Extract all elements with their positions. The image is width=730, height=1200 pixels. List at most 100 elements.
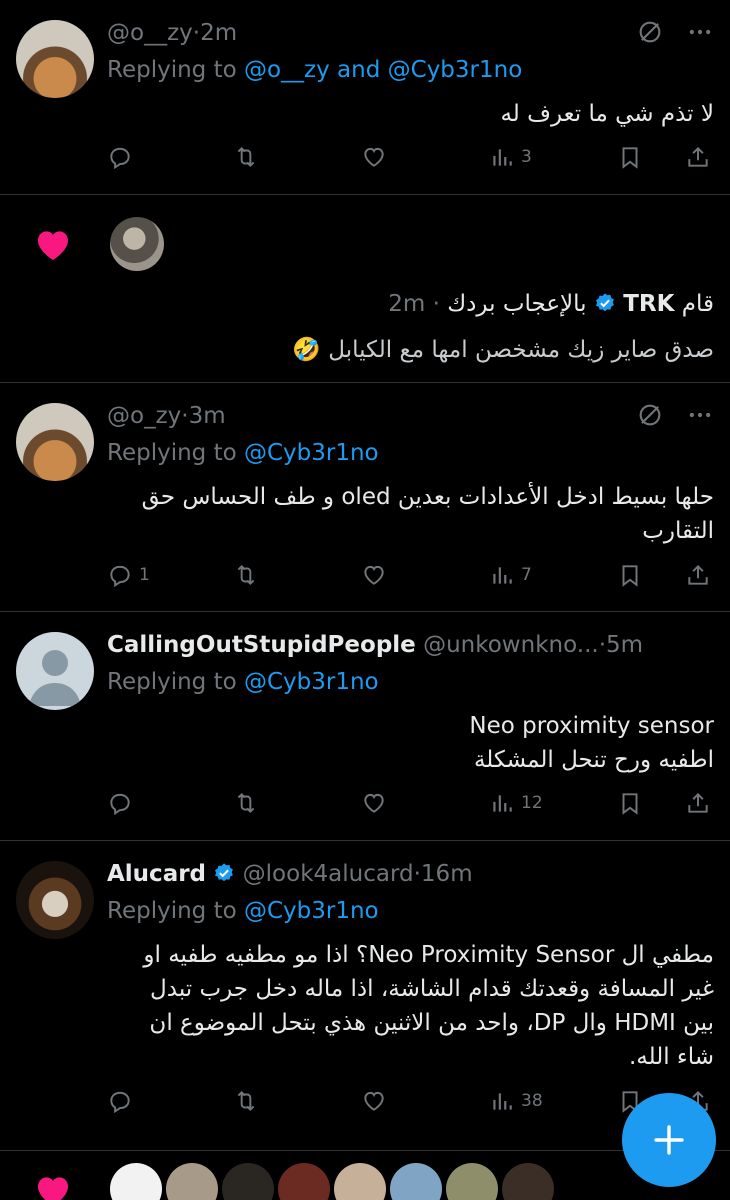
views-count: 7	[521, 565, 532, 585]
reply-icon	[107, 1088, 133, 1114]
reply-tweet[interactable]: Alucard @look4alucard·16m Replying to @C…	[0, 841, 730, 1151]
views-button[interactable]: 12	[489, 790, 543, 816]
user-handle[interactable]: @look4alucard	[243, 861, 414, 887]
like-button[interactable]	[361, 790, 387, 816]
reply-tweet[interactable]: @o__zy·2m Replying to @o__zy and @Cyb3r1…	[0, 0, 730, 195]
avatar[interactable]	[334, 1163, 386, 1200]
liker-name[interactable]: TRK	[623, 291, 674, 317]
timestamp[interactable]: 16m	[421, 861, 473, 887]
mention-link[interactable]: @o__zy and @Cyb3r1no	[244, 57, 522, 83]
like-button[interactable]	[361, 562, 387, 588]
like-icon	[361, 790, 387, 816]
views-icon	[489, 144, 515, 170]
default-avatar[interactable]	[16, 632, 94, 710]
retweet-icon	[233, 562, 259, 588]
retweet-button[interactable]	[233, 790, 259, 816]
views-count: 38	[521, 1091, 543, 1111]
action-bar: 3	[107, 144, 717, 174]
timestamp[interactable]: 2m	[200, 20, 237, 46]
tweet-text: لا تذم شي ما تعرف له	[500, 101, 714, 127]
display-name[interactable]: CallingOutStupidPeople	[107, 632, 416, 658]
user-handle[interactable]: @unkownkno...	[423, 632, 599, 658]
views-icon	[489, 790, 515, 816]
replying-to: Replying to @o__zy and @Cyb3r1no	[107, 57, 523, 83]
bookmark-button[interactable]	[617, 562, 643, 588]
retweet-icon	[233, 144, 259, 170]
avatar[interactable]	[222, 1163, 274, 1200]
like-button[interactable]	[361, 144, 387, 170]
like-icon	[361, 1088, 387, 1114]
tweet-text: مطفي ال Neo Proximity Sensor؟ اذا مو مطف…	[143, 942, 714, 1070]
share-icon	[685, 144, 711, 170]
heart-filled-icon	[33, 225, 73, 265]
retweet-button[interactable]	[233, 1088, 259, 1114]
share-icon	[685, 790, 711, 816]
compose-button[interactable]	[622, 1093, 716, 1187]
verified-icon	[213, 862, 235, 884]
timestamp[interactable]: 3m	[189, 403, 226, 429]
bookmark-button[interactable]	[617, 790, 643, 816]
views-count: 3	[521, 147, 532, 167]
quoted-text: صدق صاير زيك مشخصن امها مع الكيابل 🤣	[292, 337, 714, 363]
reply-tweet[interactable]: CallingOutStupidPeople @unkownkno...·5m …	[0, 612, 730, 841]
reply-icon	[107, 144, 133, 170]
reply-button[interactable]	[107, 790, 133, 816]
bookmark-icon	[617, 562, 643, 588]
views-button[interactable]: 38	[489, 1088, 543, 1114]
reply-count: 1	[139, 565, 150, 585]
timestamp: 2m ·	[388, 291, 440, 317]
bookmark-icon	[617, 790, 643, 816]
user-handle[interactable]: @o_zy	[107, 403, 181, 429]
like-notification[interactable]: قام TRK بالإعجاب بردك 2m · صدق صاير زيك …	[0, 195, 730, 383]
retweet-button[interactable]	[233, 562, 259, 588]
action-bar: 12	[107, 790, 717, 820]
avatar[interactable]	[110, 1163, 162, 1200]
replying-to: Replying to @Cyb3r1no	[107, 440, 379, 466]
avatar[interactable]	[390, 1163, 442, 1200]
more-icon[interactable]	[686, 401, 714, 429]
like-notice-text: قام TRK بالإعجاب بردك 2m ·	[388, 291, 714, 317]
avatar[interactable]	[502, 1163, 554, 1200]
views-button[interactable]: 3	[489, 144, 532, 170]
replying-to: Replying to @Cyb3r1no	[107, 898, 379, 924]
avatar[interactable]	[16, 403, 94, 481]
views-count: 12	[521, 793, 543, 813]
like-button[interactable]	[361, 1088, 387, 1114]
mention-link[interactable]: @Cyb3r1no	[244, 669, 379, 695]
mention-link[interactable]: @Cyb3r1no	[244, 440, 379, 466]
replying-to: Replying to @Cyb3r1no	[107, 669, 379, 695]
reply-button[interactable]	[107, 144, 133, 170]
grok-icon[interactable]	[636, 18, 664, 46]
timestamp[interactable]: 5m	[606, 632, 643, 658]
grok-icon[interactable]	[636, 401, 664, 429]
share-button[interactable]	[685, 144, 711, 170]
views-button[interactable]: 7	[489, 562, 532, 588]
avatar[interactable]	[110, 217, 164, 271]
share-button[interactable]	[685, 790, 711, 816]
avatar[interactable]	[446, 1163, 498, 1200]
heart-filled-icon	[33, 1171, 73, 1200]
action-bar: 38	[107, 1088, 717, 1118]
user-handle[interactable]: @o__zy	[107, 20, 193, 46]
reply-button[interactable]: 1	[107, 562, 150, 588]
retweet-button[interactable]	[233, 144, 259, 170]
avatar[interactable]	[16, 20, 94, 98]
like-notification-partial[interactable]	[0, 1151, 730, 1200]
tweet-text: Neo proximity sensor اطفيه ورح تنحل المش…	[469, 713, 714, 773]
compose-plus-icon	[654, 1125, 684, 1155]
share-button[interactable]	[685, 562, 711, 588]
avatar[interactable]	[16, 861, 94, 939]
like-icon	[361, 562, 387, 588]
avatar[interactable]	[278, 1163, 330, 1200]
bookmark-button[interactable]	[617, 144, 643, 170]
retweet-icon	[233, 790, 259, 816]
mention-link[interactable]: @Cyb3r1no	[244, 898, 379, 924]
avatar[interactable]	[166, 1163, 218, 1200]
share-icon	[685, 562, 711, 588]
reply-tweet[interactable]: @o_zy·3m Replying to @Cyb3r1no حلها بسيط…	[0, 383, 730, 612]
more-icon[interactable]	[686, 18, 714, 46]
reply-button[interactable]	[107, 1088, 133, 1114]
verified-icon	[594, 292, 616, 314]
tweet-text: حلها بسيط ادخل الأعدادات بعدين oled و طف…	[141, 484, 714, 544]
display-name[interactable]: Alucard	[107, 861, 206, 887]
